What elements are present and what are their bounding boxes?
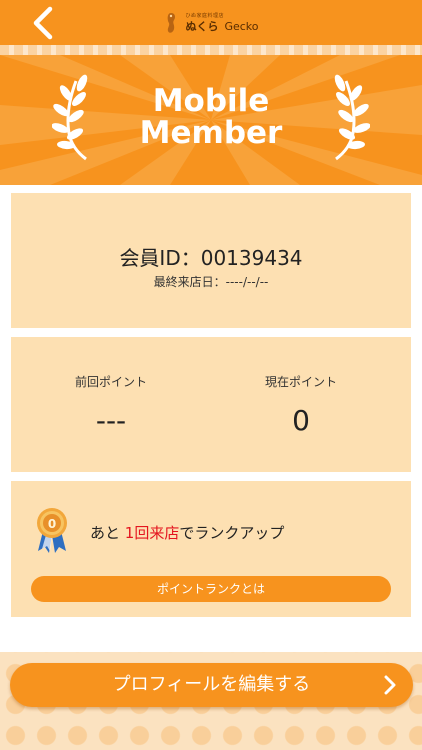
previous-points: 前回ポイント --- (11, 373, 211, 437)
member-id: 会員ID：00139434 (119, 246, 303, 270)
rank-msg-visits: 1回来店 (124, 524, 180, 542)
back-button[interactable] (28, 6, 60, 40)
header-stripe-divider (0, 45, 422, 55)
point-rank-info-button[interactable]: ポイントランクとは (31, 576, 391, 602)
logo-name-jp: ぬくら (185, 19, 219, 33)
current-points-value: 0 (292, 404, 310, 437)
member-id-card: 会員ID：00139434 最終来店日：----/--/-- (11, 193, 411, 328)
chevron-right-icon (384, 675, 396, 695)
brand-logo: ひぬ家庭料理店 ぬくら Gecko (163, 11, 259, 35)
laurel-wreath-icon (334, 74, 370, 161)
edit-profile-button[interactable]: プロフィールを編集する (10, 663, 413, 707)
points-card: 前回ポイント --- 現在ポイント 0 (11, 337, 411, 472)
rank-msg-suffix: でランクアップ (179, 524, 285, 542)
logo-name-en: Gecko (224, 19, 259, 33)
logo-tagline: ひぬ家庭料理店 (185, 12, 224, 19)
chevron-left-icon (33, 6, 53, 40)
rank-msg-prefix: あと (90, 524, 125, 542)
mobile-member-banner: Mobile Member (0, 55, 422, 185)
current-points-label: 現在ポイント (264, 375, 337, 389)
current-points: 現在ポイント 0 (201, 373, 401, 437)
medal-icon: 0 (37, 508, 67, 553)
medal-number: 0 (48, 517, 56, 531)
rank-card: 0 あと 1回来店でランクアップ ポイントランクとは (11, 481, 411, 617)
rank-up-message: あと 1回来店でランクアップ (90, 522, 284, 543)
previous-points-value: --- (95, 404, 127, 437)
gecko-logo-icon (168, 12, 176, 33)
last-visit-date: 最終来店日：----/--/-- (153, 275, 269, 289)
app-header: ひぬ家庭料理店 ぬくら Gecko (0, 0, 422, 45)
previous-points-label: 前回ポイント (74, 375, 147, 389)
edit-profile-label: プロフィールを編集する (112, 674, 311, 695)
